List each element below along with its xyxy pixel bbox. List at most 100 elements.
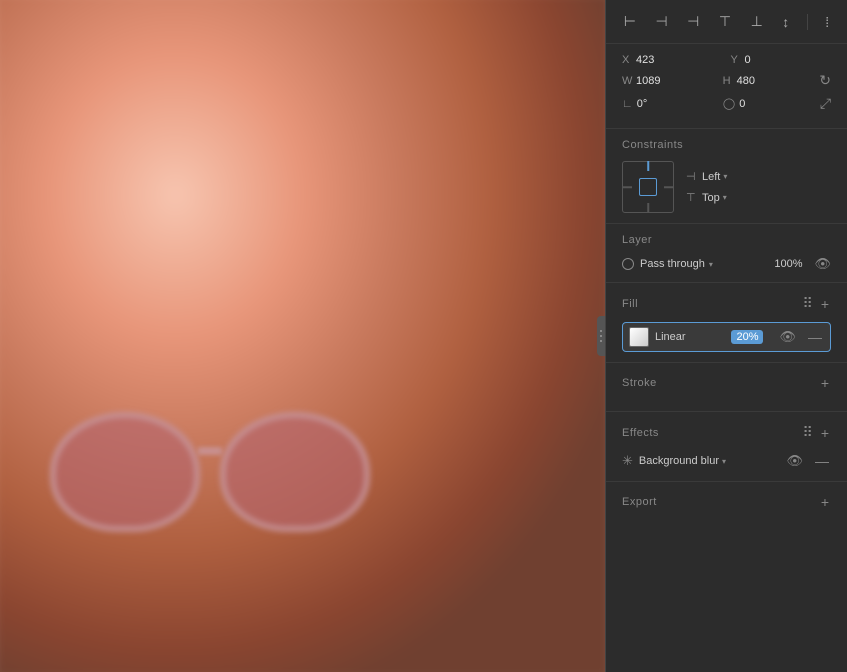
stroke-section: Stroke + [606, 363, 847, 412]
layer-visibility-icon[interactable]: 👁 [814, 256, 831, 272]
corner-group: ◯ 0 [723, 97, 816, 110]
export-header: Export + [622, 492, 831, 512]
constraint-line-bottom [647, 203, 649, 213]
horizontal-constraint-select[interactable]: Left ▾ [702, 171, 727, 183]
align-center-v-icon[interactable]: ⊥ [747, 9, 767, 34]
angle-icon: ∟ [622, 98, 633, 110]
constraint-center [639, 178, 657, 196]
corner-radius-icon: ◯ [723, 97, 735, 110]
effect-name-value: Background blur [639, 455, 719, 467]
fill-row: Linear 20% 👁 — [622, 322, 831, 352]
export-add-icon[interactable]: + [819, 492, 831, 512]
fill-actions: 👁 — [773, 327, 824, 347]
vertical-constraint-value: Top [702, 192, 720, 204]
fill-title: Fill [622, 298, 797, 310]
export-section: Export + [606, 482, 847, 530]
constraints-section: Constraints ⊣ Left ▾ ⊤ [606, 129, 847, 224]
position-section: X 423 Y 0 W 1089 H 480 ↻ ∟ 0° [606, 44, 847, 129]
stroke-add-icon[interactable]: + [819, 373, 831, 393]
layer-row: Pass through ▾ 100% 👁 [622, 256, 831, 272]
x-group: X 423 [622, 54, 723, 66]
angle-corner-row: ∟ 0° ◯ 0 ⤢ [622, 95, 831, 112]
export-title: Export [622, 496, 815, 508]
effect-name-row: Background blur ▾ [639, 455, 775, 467]
resize-dot-3 [600, 340, 602, 342]
fill-header: Fill ⠿ + [622, 293, 831, 314]
constraint-line-right [664, 186, 674, 188]
right-panel: ⊢ ⊣ ⊣ ⊤ ⊥ ↕ ⁞ X 423 Y 0 W 1089 H [605, 0, 847, 672]
effects-grid-icon[interactable]: ⠿ [801, 422, 815, 443]
constraint-line-top [647, 161, 649, 171]
h-group: H 480 [723, 75, 816, 87]
vertical-chevron-icon: ▾ [723, 193, 727, 202]
effect-chevron-icon: ▾ [722, 457, 726, 466]
canvas [0, 0, 605, 672]
constraint-line-left [622, 186, 632, 188]
w-value[interactable]: 1089 [636, 75, 715, 87]
y-label: Y [731, 54, 745, 66]
resize-aspect-icon[interactable]: ⤢ [820, 95, 831, 112]
toolbar-divider [807, 14, 808, 30]
opacity-value[interactable]: 100% [774, 258, 802, 270]
resize-dot-2 [600, 335, 602, 337]
x-label: X [622, 54, 636, 66]
corner-value[interactable]: 0 [739, 98, 816, 110]
aspect-ratio-icon[interactable]: ↻ [819, 72, 831, 89]
horizontal-constraint-icon: ⊣ [686, 170, 698, 183]
layer-section: Layer Pass through ▾ 100% 👁 [606, 224, 847, 283]
effect-remove-icon[interactable]: — [813, 451, 831, 471]
effect-visibility-icon[interactable]: 👁 [786, 453, 803, 469]
y-group: Y 0 [731, 54, 832, 66]
wh-row: W 1089 H 480 ↻ [622, 72, 831, 89]
glasses-bridge [198, 447, 222, 455]
fill-opacity-value[interactable]: 20% [731, 330, 763, 344]
angle-group: ∟ 0° [622, 98, 715, 110]
blend-mode-select[interactable]: Pass through ▾ [640, 258, 768, 270]
stroke-header: Stroke + [622, 373, 831, 393]
constraint-selects: ⊣ Left ▾ ⊤ Top ▾ [686, 170, 727, 204]
distribute-icon[interactable]: ⁞ [821, 10, 833, 34]
resize-dots [600, 330, 602, 342]
layer-title: Layer [622, 234, 831, 246]
alignment-toolbar: ⊢ ⊣ ⊣ ⊤ ⊥ ↕ ⁞ [606, 0, 847, 44]
fill-grid-icon[interactable]: ⠿ [801, 293, 815, 314]
h-value[interactable]: 480 [737, 75, 816, 87]
fill-color-swatch[interactable] [629, 327, 649, 347]
align-bottom-icon[interactable]: ↕ [778, 10, 793, 34]
sunglasses-overlay [30, 392, 410, 572]
resize-handle[interactable] [597, 316, 605, 356]
w-group: W 1089 [622, 75, 715, 87]
y-value[interactable]: 0 [745, 54, 832, 66]
effects-header: Effects ⠿ + [622, 422, 831, 443]
vertical-constraint-select[interactable]: Top ▾ [702, 192, 727, 204]
align-center-h-icon[interactable]: ⊣ [651, 9, 671, 34]
effects-section: Effects ⠿ + ✳ Background blur ▾ 👁 — [606, 412, 847, 482]
constraint-box [622, 161, 674, 213]
fill-add-icon[interactable]: + [819, 294, 831, 314]
fill-section: Fill ⠿ + Linear 20% 👁 — [606, 283, 847, 363]
constraints-title: Constraints [622, 139, 831, 151]
fill-remove-icon[interactable]: — [806, 327, 824, 347]
align-top-icon[interactable]: ⊤ [715, 9, 735, 34]
align-right-icon[interactable]: ⊣ [683, 9, 703, 34]
resize-dot-1 [600, 330, 602, 332]
horizontal-chevron-icon: ▾ [723, 172, 727, 181]
fill-type-value[interactable]: Linear [655, 331, 725, 343]
vertical-constraint-row: ⊤ Top ▾ [686, 191, 727, 204]
effects-title: Effects [622, 427, 797, 439]
align-left-icon[interactable]: ⊢ [620, 9, 640, 34]
constraints-content: ⊣ Left ▾ ⊤ Top ▾ [622, 161, 831, 213]
horizontal-constraint-value: Left [702, 171, 720, 183]
fill-visibility-icon[interactable]: 👁 [779, 329, 796, 345]
angle-value[interactable]: 0° [637, 98, 715, 110]
vertical-constraint-icon: ⊤ [686, 191, 698, 204]
x-value[interactable]: 423 [636, 54, 723, 66]
effects-add-icon[interactable]: + [819, 423, 831, 443]
effects-row: ✳ Background blur ▾ 👁 — [622, 451, 831, 471]
w-label: W [622, 75, 636, 87]
glasses-right [220, 412, 370, 532]
glasses-left [50, 412, 200, 532]
blend-mode-value: Pass through [640, 258, 705, 270]
background-blur-icon: ✳ [622, 453, 633, 469]
horizontal-constraint-row: ⊣ Left ▾ [686, 170, 727, 183]
